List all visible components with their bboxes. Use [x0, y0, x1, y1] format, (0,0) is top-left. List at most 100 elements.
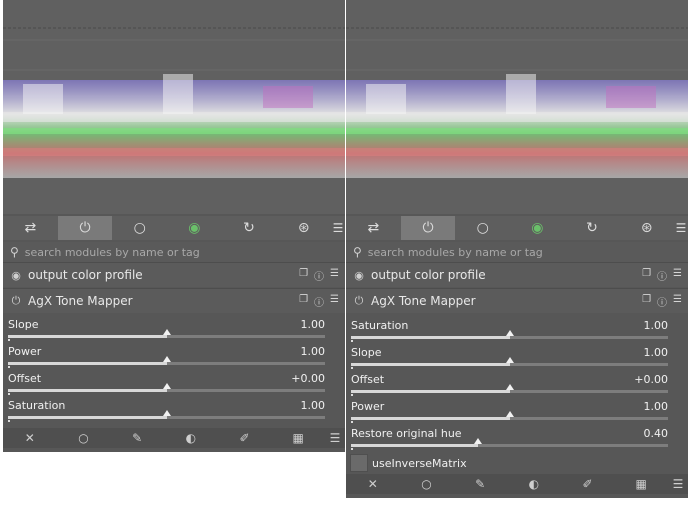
slider-fill: [351, 444, 478, 447]
use-inverse-matrix-row[interactable]: useInverseMatrix: [346, 452, 688, 474]
slider-track[interactable]: [351, 357, 668, 369]
aperture-icon[interactable]: ⊛: [619, 216, 674, 240]
menu-icon[interactable]: ☰: [673, 268, 682, 283]
slider-track[interactable]: [8, 383, 325, 395]
slider-value: +0.00: [634, 373, 668, 386]
module-enabled-icon[interactable]: ◉: [353, 269, 365, 282]
module-output-color-profile[interactable]: ◉ output color profile ❐ ⓘ ☰: [3, 262, 345, 287]
reset-icon[interactable]: ⓘ: [657, 294, 667, 309]
slider-track[interactable]: [351, 384, 668, 396]
module-search[interactable]: ⚲ search modules by name or tag: [3, 242, 345, 262]
slider-power[interactable]: Power 1.00: [346, 396, 688, 423]
module-name: AgX Tone Mapper: [371, 294, 476, 308]
slider-power[interactable]: Power 1.00: [3, 341, 345, 368]
brush-icon[interactable]: ✐: [561, 477, 615, 491]
search-icon: ⚲: [353, 245, 362, 259]
slider-handle[interactable]: [473, 438, 482, 444]
search-placeholder: search modules by name or tag: [367, 245, 543, 259]
menu-icon[interactable]: ☰: [325, 431, 345, 445]
slider-label: Restore original hue: [351, 427, 462, 440]
slider-label: Offset: [351, 373, 385, 386]
slider-slope[interactable]: Slope 1.00: [3, 314, 345, 341]
slider-track[interactable]: [8, 329, 325, 341]
slider-fill: [351, 336, 510, 339]
menu-icon[interactable]: ☰: [330, 294, 339, 309]
circle-icon[interactable]: ○: [112, 216, 167, 240]
module-enabled-icon[interactable]: ◉: [10, 269, 22, 282]
menu-icon[interactable]: ☰: [331, 216, 345, 240]
power-icon[interactable]: ⏻: [400, 216, 456, 240]
presets-icon[interactable]: ❐: [642, 294, 651, 309]
menu-icon[interactable]: ☰: [330, 268, 339, 283]
color-wheel-icon[interactable]: ◉: [167, 216, 222, 240]
slider-handle[interactable]: [505, 330, 514, 336]
slider-handle[interactable]: [162, 329, 171, 335]
moon-icon[interactable]: ◐: [164, 431, 218, 445]
slider-handle[interactable]: [162, 356, 171, 362]
module-output-color-profile[interactable]: ◉ output color profile ❐ ⓘ ☰: [346, 262, 688, 287]
module-agx-tone-mapper[interactable]: ⏻ AgX Tone Mapper ❐ ⓘ ☰: [346, 288, 688, 313]
pencil-icon[interactable]: ✎: [110, 431, 164, 445]
close-icon[interactable]: ✕: [346, 477, 400, 491]
search-placeholder: search modules by name or tag: [24, 245, 200, 259]
checker-icon[interactable]: ▦: [614, 477, 668, 491]
slider-saturation[interactable]: Saturation 1.00: [346, 315, 688, 342]
slider-value: 1.00: [643, 400, 669, 413]
slider-offset[interactable]: Offset +0.00: [346, 369, 688, 396]
left-darkroom-panel: ⇄ ⏻ ○ ◉ ↻ ⊛ ☰ ⚲ search modules by name o…: [3, 0, 345, 452]
power-icon[interactable]: ⏻: [57, 216, 113, 240]
power-icon[interactable]: ⏻: [10, 294, 22, 308]
refresh-icon[interactable]: ↻: [222, 216, 277, 240]
presets-icon[interactable]: ❐: [299, 268, 308, 283]
color-wheel-icon[interactable]: ◉: [510, 216, 565, 240]
menu-icon[interactable]: ☰: [674, 216, 688, 240]
module-name: output color profile: [371, 268, 486, 282]
module-name: output color profile: [28, 268, 143, 282]
moon-icon[interactable]: ◐: [507, 477, 561, 491]
sliders-icon[interactable]: ⇄: [346, 216, 401, 240]
circle-icon[interactable]: ○: [57, 431, 111, 445]
slider-handle[interactable]: [505, 411, 514, 417]
menu-icon[interactable]: ☰: [668, 477, 688, 491]
circle-icon[interactable]: ○: [400, 477, 454, 491]
brush-icon[interactable]: ✐: [218, 431, 272, 445]
mask-toolbar: ✕ ○ ✎ ◐ ✐ ▦ ☰: [3, 428, 345, 448]
slider-track[interactable]: [8, 410, 325, 422]
slider-offset[interactable]: Offset +0.00: [3, 368, 345, 395]
slider-handle[interactable]: [505, 384, 514, 390]
slider-value: +0.00: [291, 372, 325, 385]
slider-restore-original-hue[interactable]: Restore original hue 0.40: [346, 423, 688, 450]
slider-handle[interactable]: [162, 410, 171, 416]
slider-saturation[interactable]: Saturation 1.00: [3, 395, 345, 422]
power-icon[interactable]: ⏻: [353, 294, 365, 308]
slider-slope[interactable]: Slope 1.00: [346, 342, 688, 369]
slider-label: Offset: [8, 372, 42, 385]
slider-zero-marker: [8, 420, 10, 422]
module-agx-tone-mapper[interactable]: ⏻ AgX Tone Mapper ❐ ⓘ ☰: [3, 288, 345, 313]
slider-track[interactable]: [8, 356, 325, 368]
use-inverse-matrix-checkbox[interactable]: [350, 454, 368, 472]
checker-icon[interactable]: ▦: [271, 431, 325, 445]
circle-icon[interactable]: ○: [455, 216, 510, 240]
reset-icon[interactable]: ⓘ: [314, 268, 324, 283]
slider-handle[interactable]: [162, 383, 171, 389]
menu-icon[interactable]: ☰: [673, 294, 682, 309]
refresh-icon[interactable]: ↻: [565, 216, 620, 240]
presets-icon[interactable]: ❐: [299, 294, 308, 309]
slider-label: Saturation: [8, 399, 66, 412]
slider-track[interactable]: [351, 438, 668, 450]
close-icon[interactable]: ✕: [3, 431, 57, 445]
sliders-icon[interactable]: ⇄: [3, 216, 58, 240]
slider-value: 1.00: [643, 319, 669, 332]
slider-label: Saturation: [351, 319, 409, 332]
slider-handle[interactable]: [505, 357, 514, 363]
slider-track[interactable]: [351, 411, 668, 423]
reset-icon[interactable]: ⓘ: [314, 294, 324, 309]
presets-icon[interactable]: ❐: [642, 268, 651, 283]
reset-icon[interactable]: ⓘ: [657, 268, 667, 283]
aperture-icon[interactable]: ⊛: [276, 216, 331, 240]
slider-value: 0.40: [643, 427, 669, 440]
pencil-icon[interactable]: ✎: [453, 477, 507, 491]
module-search[interactable]: ⚲ search modules by name or tag: [346, 242, 688, 262]
slider-track[interactable]: [351, 330, 668, 342]
